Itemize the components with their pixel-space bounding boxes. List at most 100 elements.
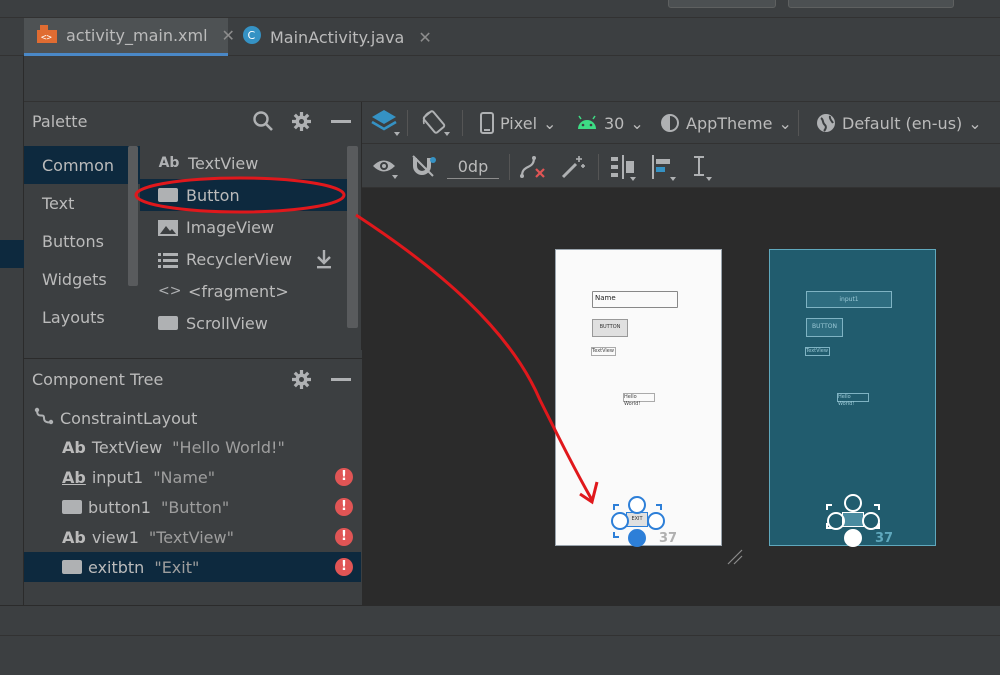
gear-icon[interactable] — [291, 111, 312, 136]
right-anchor-handle[interactable] — [647, 512, 665, 530]
palette-item-scrollview[interactable]: ScrollView — [140, 307, 348, 339]
input-blueprint[interactable]: input1 — [806, 291, 892, 308]
tab-activity-main[interactable]: <> activity_main.xml ✕ — [24, 18, 235, 56]
default-margin-field[interactable]: 0dp — [447, 155, 499, 179]
warning-icon[interactable]: ! — [335, 558, 353, 576]
layers-icon[interactable] — [370, 108, 400, 142]
resize-handle[interactable] — [826, 504, 832, 510]
toolbar-separator — [598, 154, 599, 180]
left-anchor-handle[interactable] — [611, 512, 629, 530]
guidelines-icon[interactable] — [690, 153, 718, 185]
category-widgets[interactable]: Widgets — [24, 260, 140, 298]
category-buttons[interactable]: Buttons — [24, 222, 140, 260]
tree-item-constraintlayout[interactable]: ConstraintLayout — [24, 403, 361, 433]
svg-text:C: C — [248, 29, 256, 42]
component-tree-title: Component Tree — [32, 370, 164, 389]
resize-handle[interactable] — [613, 504, 619, 510]
tree-item-textview[interactable]: Ab TextView "Hello World!" — [24, 432, 361, 462]
exit-button-preview-label: EXIT — [631, 516, 643, 522]
tree-item-value: "Exit" — [154, 557, 200, 577]
category-label: Layouts — [42, 307, 105, 327]
category-scrollbar[interactable] — [128, 146, 138, 286]
clear-constraints-icon[interactable] — [520, 154, 548, 184]
resize-handle[interactable] — [826, 523, 832, 529]
tree-item-input1[interactable]: Ab input1 "Name" ! — [24, 462, 361, 492]
hello-world-blueprint[interactable]: Hello World! — [837, 393, 869, 407]
toolbar-separator — [798, 110, 799, 136]
palette-item-label: ScrollView — [186, 313, 268, 333]
tree-item-exitbtn[interactable]: exitbtn "Exit" ! — [24, 552, 361, 582]
api-level-dropdown[interactable]: 30 ⌄ — [576, 110, 644, 136]
button-preview[interactable]: BUTTON — [592, 319, 628, 337]
button-blueprint[interactable]: BUTTON — [806, 318, 843, 337]
resize-handle[interactable] — [874, 523, 880, 529]
palette-item-button[interactable]: Button — [140, 179, 348, 211]
textview-preview-label: TextView — [592, 348, 614, 354]
palette-item-label: TextView — [188, 153, 259, 173]
tree-item-button1[interactable]: button1 "Button" ! — [24, 492, 361, 522]
autoconnect-magnet-icon[interactable] — [411, 154, 437, 182]
canvas-resize-grip-icon[interactable] — [726, 548, 744, 570]
run-config-chip[interactable] — [668, 0, 776, 8]
resize-handle[interactable] — [656, 504, 662, 510]
exit-button-preview[interactable]: EXIT — [626, 512, 648, 527]
tree-item-label: exitbtn — [88, 557, 145, 577]
category-common[interactable]: Common — [24, 146, 140, 184]
name-input-preview[interactable]: Name — [592, 291, 678, 308]
bottom-anchor-handle[interactable] — [844, 529, 862, 547]
palette-item-textview[interactable]: Ab TextView — [140, 147, 348, 179]
resize-handle[interactable] — [874, 504, 880, 510]
warning-icon[interactable]: ! — [335, 498, 353, 516]
design-preview-device[interactable]: Name BUTTON TextView Hello World! EXIT 3… — [555, 249, 722, 547]
chevron-down-icon: ⌄ — [630, 113, 644, 133]
top-anchor-handle[interactable] — [844, 494, 862, 512]
orientation-icon[interactable] — [420, 108, 450, 142]
palette-item-fragment[interactable]: <> <fragment> — [140, 275, 348, 307]
gear-icon[interactable] — [291, 369, 312, 394]
close-icon[interactable]: ✕ — [418, 28, 431, 47]
locale-dropdown[interactable]: Default (en-us) ⌄ — [816, 110, 982, 136]
theme-dropdown[interactable]: AppTheme ⌄ — [660, 110, 792, 136]
status-bar — [0, 635, 1000, 675]
palette-title: Palette — [32, 112, 88, 131]
scrollview-icon — [158, 316, 178, 330]
infer-constraints-wand-icon[interactable] — [560, 154, 586, 184]
resize-handle[interactable] — [613, 532, 619, 538]
locale-label: Default (en-us) — [842, 113, 963, 133]
bottom-anchor-handle[interactable] — [628, 529, 646, 547]
constraint-layout-icon — [34, 406, 54, 430]
tab-main-activity[interactable]: C MainActivity.java ✕ — [230, 18, 432, 56]
design-editor-header — [24, 56, 1000, 102]
android-studio-window: <> activity_main.xml ✕ C MainActivity.ja… — [0, 0, 1000, 675]
category-layouts[interactable]: Layouts — [24, 298, 140, 336]
warning-icon[interactable]: ! — [335, 528, 353, 546]
hello-world-preview[interactable]: Hello World! — [623, 393, 655, 407]
minimize-icon[interactable] — [331, 378, 351, 381]
device-dropdown[interactable]: Pixel ⌄ — [480, 110, 556, 136]
device-selector-chip[interactable] — [788, 0, 954, 8]
eye-icon[interactable] — [372, 155, 400, 183]
top-anchor-handle[interactable] — [628, 496, 646, 514]
category-text[interactable]: Text — [24, 184, 140, 222]
tree-item-value: "Button" — [160, 497, 230, 517]
blueprint-preview-device[interactable]: input1 BUTTON TextView Hello World! 37 — [769, 249, 936, 547]
svg-text:<>: <> — [41, 33, 52, 43]
palette-items-scrollbar[interactable] — [347, 146, 358, 328]
pack-icon[interactable] — [610, 153, 638, 185]
palette-item-label: RecyclerView — [186, 249, 293, 269]
category-label: Text — [42, 193, 75, 213]
chevron-down-icon: ⌄ — [543, 113, 557, 133]
align-icon[interactable] — [650, 153, 678, 185]
warning-icon[interactable]: ! — [335, 468, 353, 486]
textview-blueprint[interactable]: TextView — [805, 347, 830, 356]
textview-preview[interactable]: TextView — [591, 347, 616, 356]
exit-button-blueprint[interactable] — [842, 512, 864, 527]
search-icon[interactable] — [252, 110, 274, 136]
palette-item-recyclerview[interactable]: RecyclerView — [140, 243, 348, 275]
download-icon[interactable] — [316, 249, 332, 273]
minimize-icon[interactable] — [331, 120, 351, 123]
api-level-label: 30 — [604, 113, 625, 133]
palette-item-imageview[interactable]: ImageView — [140, 211, 348, 243]
tree-item-view1[interactable]: Ab view1 "TextView" ! — [24, 522, 361, 552]
hello-world-blueprint-label: Hello World! — [838, 394, 855, 407]
